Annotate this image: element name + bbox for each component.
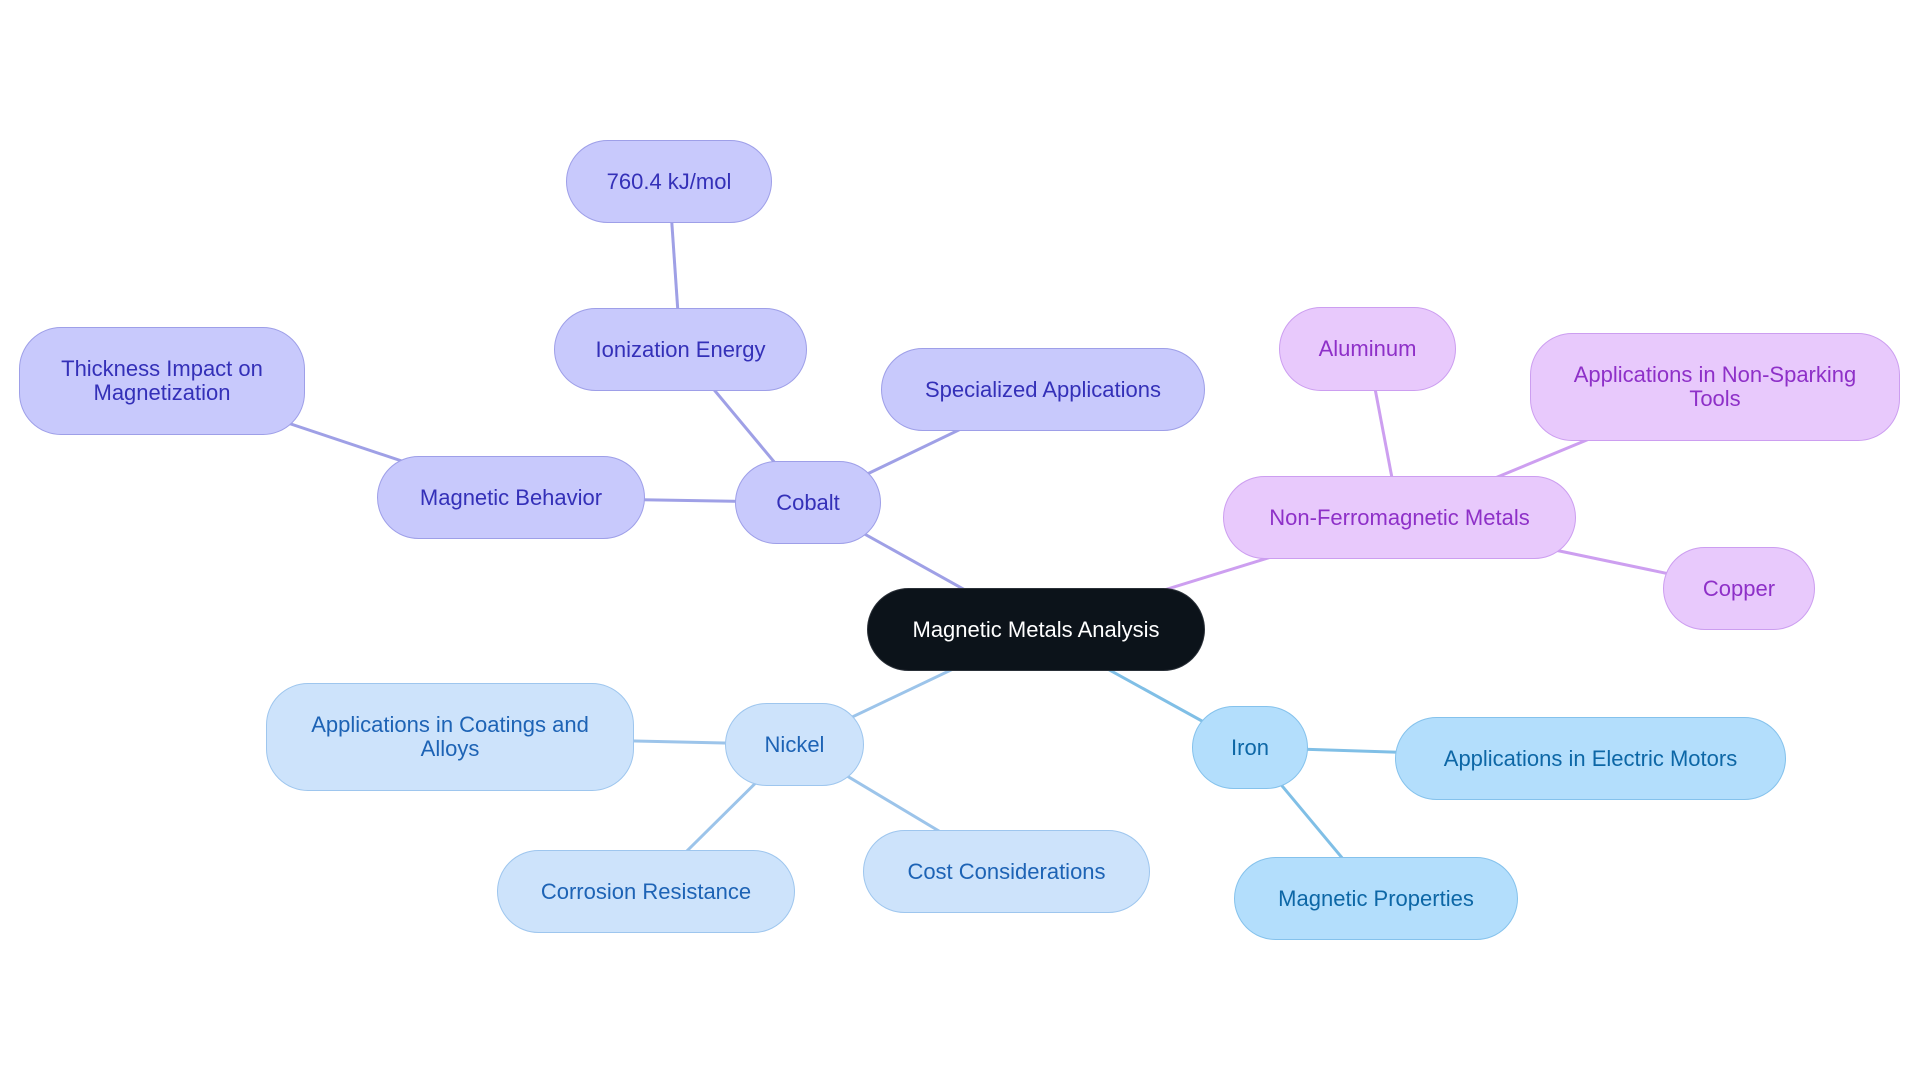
- edges-layer: [161, 181, 1740, 900]
- specialized-applications-label: Specialized Applications: [924, 376, 1162, 402]
- coatings-alloys-node[interactable]: Applications in Coatings and Alloys: [266, 683, 634, 791]
- copper-label: Copper: [1702, 575, 1776, 601]
- magnetic-properties-label: Magnetic Properties: [1278, 885, 1474, 911]
- non-sparking-tools-label: Applications in Non-Sparking Tools: [1573, 362, 1857, 411]
- non-ferromagnetic-label: Non-Ferromagnetic Metals: [1269, 504, 1530, 530]
- corrosion-resistance-node[interactable]: Corrosion Resistance: [497, 850, 795, 933]
- specialized-applications-node[interactable]: Specialized Applications: [881, 348, 1205, 431]
- iron-label: Iron: [1231, 734, 1269, 760]
- thickness-impact-label: Thickness Impact on Magnetization: [61, 356, 263, 405]
- magnetic-behavior-label: Magnetic Behavior: [419, 484, 603, 510]
- ionization-value-node[interactable]: 760.4 kJ/mol: [566, 140, 772, 223]
- ionization-value-label: 760.4 kJ/mol: [606, 168, 732, 194]
- electric-motors-label: Applications in Electric Motors: [1443, 745, 1738, 771]
- electric-motors-node[interactable]: Applications in Electric Motors: [1395, 717, 1786, 800]
- root-label: Magnetic Metals Analysis: [912, 616, 1160, 642]
- cobalt-node[interactable]: Cobalt: [735, 461, 881, 544]
- cobalt-label: Cobalt: [776, 489, 840, 515]
- cost-considerations-label: Cost Considerations: [907, 858, 1106, 884]
- non-ferromagnetic-node[interactable]: Non-Ferromagnetic Metals: [1223, 476, 1576, 559]
- magnetic-behavior-node[interactable]: Magnetic Behavior: [377, 456, 645, 539]
- corrosion-resistance-label: Corrosion Resistance: [540, 878, 752, 904]
- iron-node[interactable]: Iron: [1192, 706, 1308, 789]
- aluminum-node[interactable]: Aluminum: [1279, 307, 1456, 391]
- nickel-label: Nickel: [764, 731, 825, 757]
- nickel-node[interactable]: Nickel: [725, 703, 864, 786]
- coatings-alloys-label: Applications in Coatings and Alloys: [311, 712, 589, 761]
- ionization-energy-node[interactable]: Ionization Energy: [554, 308, 807, 391]
- root-node[interactable]: Magnetic Metals Analysis: [867, 588, 1205, 671]
- cost-considerations-node[interactable]: Cost Considerations: [863, 830, 1150, 913]
- ionization-energy-label: Ionization Energy: [595, 336, 766, 362]
- copper-node[interactable]: Copper: [1663, 547, 1815, 630]
- aluminum-label: Aluminum: [1318, 336, 1417, 361]
- magnetic-properties-node[interactable]: Magnetic Properties: [1234, 857, 1518, 940]
- thickness-impact-node[interactable]: Thickness Impact on Magnetization: [19, 327, 305, 435]
- non-sparking-tools-node[interactable]: Applications in Non-Sparking Tools: [1530, 333, 1900, 441]
